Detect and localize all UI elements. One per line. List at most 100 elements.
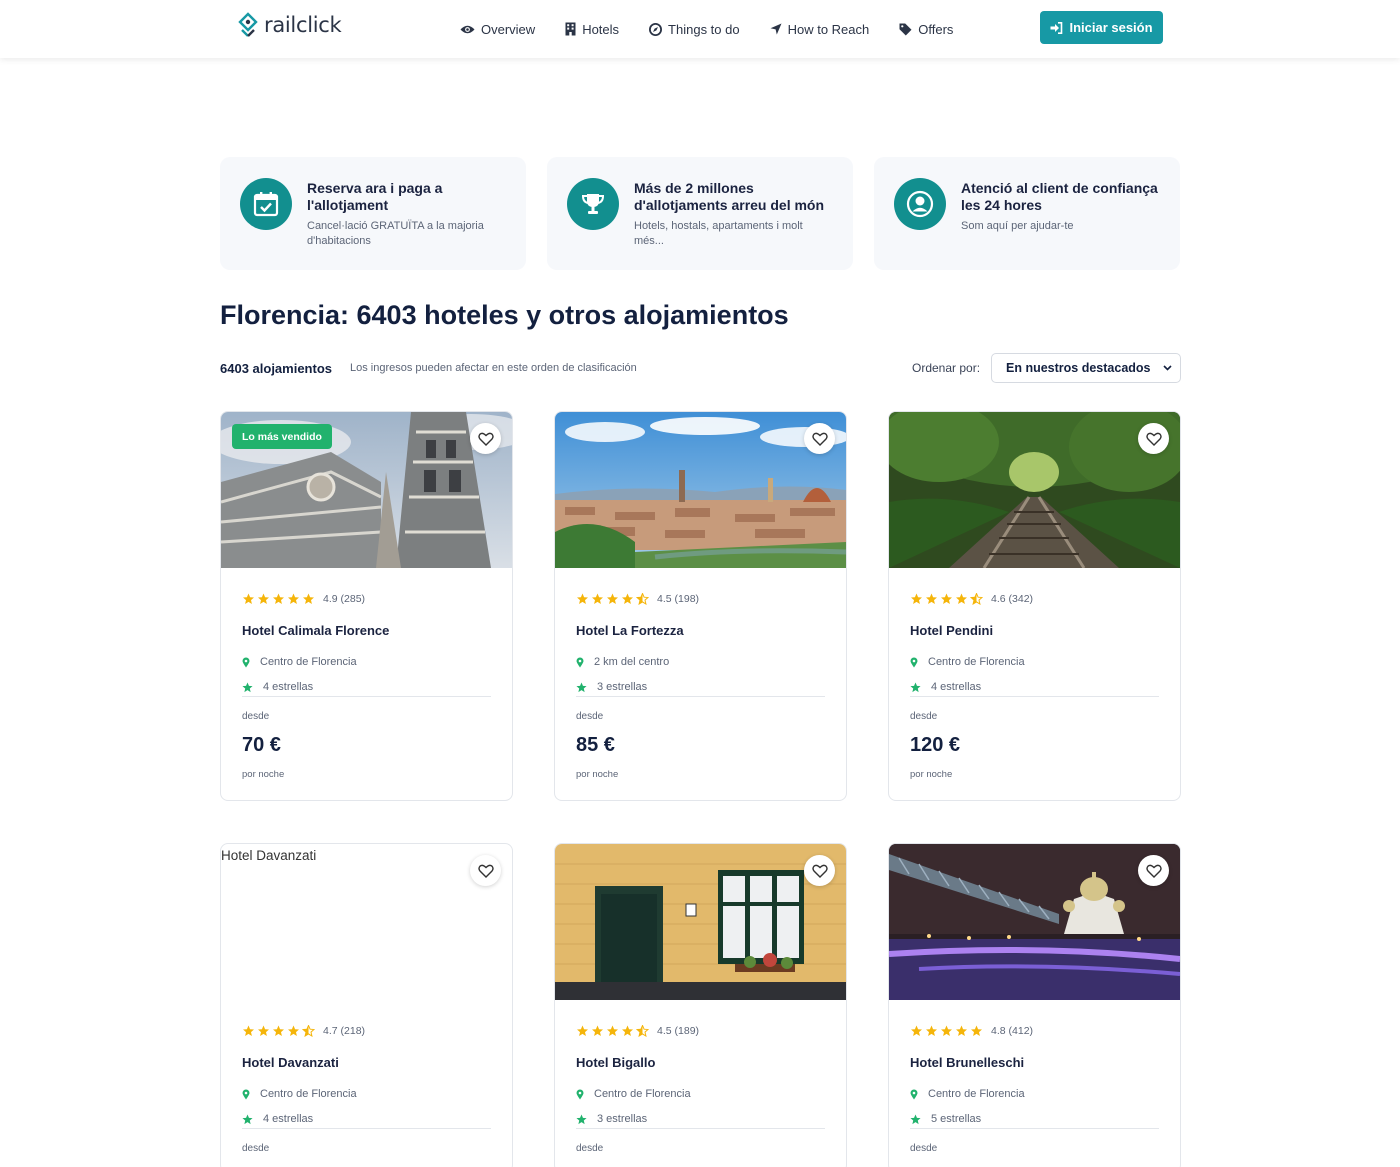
map-pin-icon [242, 657, 250, 667]
hotel-category-text: 3 estrellas [597, 1113, 648, 1125]
star-full-icon [911, 593, 922, 604]
feature-title: Reserva ara i paga a l'allotjament [307, 180, 443, 213]
rating: 4.6 (342) [910, 593, 1033, 605]
hotel-category-text: 4 estrellas [931, 681, 982, 693]
hotel-category-text: 3 estrellas [597, 681, 648, 693]
hotel-category: 5 estrellas [910, 1113, 981, 1125]
price-from-label: desde [910, 711, 938, 722]
nav-things-label: Things to do [668, 21, 740, 37]
trophy-icon [581, 194, 605, 214]
per-night-label: por noche [242, 769, 285, 780]
bestseller-badge: Lo más vendido [232, 424, 332, 449]
star-full-icon [607, 593, 618, 604]
rating-text: 4.8 (412) [991, 1025, 1034, 1037]
hotel-card[interactable]: 4.8 (412) Hotel Brunelleschi Centro de F… [888, 843, 1181, 1167]
nav-how-to-reach[interactable]: How to Reach [770, 21, 870, 37]
hotel-card[interactable]: Lo más vendido 4.9 (285) Hotel Calimala … [220, 411, 513, 801]
heart-icon [811, 864, 828, 878]
star-icon [910, 1113, 921, 1124]
hotel-card[interactable]: 4.5 (189) Hotel Bigallo Centro de Floren… [554, 843, 847, 1167]
hotel-location: Centro de Florencia [242, 656, 357, 668]
hotel-name[interactable]: Hotel Calimala Florence [242, 623, 389, 638]
star-full-icon [956, 1025, 967, 1036]
rating-text: 4.6 (342) [991, 593, 1034, 605]
favorite-button[interactable] [1138, 855, 1169, 886]
divider [910, 696, 1159, 697]
star-full-icon [258, 593, 269, 604]
favorite-button[interactable] [470, 855, 501, 886]
favorite-button[interactable] [1138, 423, 1169, 454]
nav-offers[interactable]: Offers [899, 22, 953, 37]
hotel-category: 4 estrellas [242, 1113, 313, 1125]
nav-overview[interactable]: Overview [460, 22, 535, 37]
login-button[interactable]: Iniciar sesión [1040, 11, 1163, 44]
sort-select[interactable]: En nuestros destacados [991, 353, 1181, 383]
star-full-icon [971, 1025, 982, 1036]
page-title: Florencia: 6403 hoteles y otros alojamie… [220, 300, 789, 330]
rating-stars [910, 1025, 985, 1037]
hotel-location: 2 km del centro [576, 656, 669, 668]
nav-hotels[interactable]: Hotels [565, 22, 619, 37]
favorite-button[interactable] [804, 855, 835, 886]
hotel-card[interactable]: 4.5 (198) Hotel La Fortezza 2 km del cen… [554, 411, 847, 801]
star-full-icon [941, 1025, 952, 1036]
favorite-button[interactable] [470, 423, 501, 454]
heart-icon [1145, 432, 1162, 446]
rating: 4.5 (189) [576, 1025, 699, 1037]
hotel-name[interactable]: Hotel Brunelleschi [910, 1055, 1024, 1070]
logo[interactable]: railclick [236, 12, 342, 38]
price-from-label: desde [242, 711, 270, 722]
map-pin-icon [576, 657, 584, 667]
nav-reach-label: How to Reach [787, 21, 870, 37]
star-full-icon [592, 593, 603, 604]
hotel-image[interactable] [555, 844, 846, 1000]
star-half-icon [302, 1025, 315, 1037]
hotel-card[interactable]: 4.6 (342) Hotel Pendini Centro de Floren… [888, 411, 1181, 801]
map-pin-icon [576, 1089, 584, 1099]
hotel-name[interactable]: Hotel Pendini [910, 623, 993, 638]
eye-icon [460, 25, 475, 33]
login-label: Iniciar sesión [1069, 20, 1153, 35]
feature-subtitle: Cancel·lació GRATUÏTA a la majoria d'hab… [307, 220, 484, 247]
nav-things-to-do[interactable]: Things to do [649, 22, 740, 37]
divider [242, 1128, 491, 1129]
divider [576, 1128, 825, 1129]
star-full-icon [288, 593, 299, 604]
feature-card-properties: Más de 2 millones d'allotjaments arreu d… [547, 157, 853, 270]
hotel-image[interactable] [555, 412, 846, 568]
star-half-icon [636, 1025, 649, 1037]
ranking-disclaimer: Los ingresos pueden afectar en este orde… [350, 362, 637, 374]
hotel-name[interactable]: Hotel La Fortezza [576, 623, 684, 638]
image-alt-text: Hotel Davanzati [221, 848, 317, 863]
hotel-image[interactable] [889, 412, 1180, 568]
feature-card-booking: Reserva ara i paga a l'allotjament Cance… [220, 157, 526, 270]
rating-text: 4.9 (285) [323, 593, 366, 605]
hotel-image[interactable] [889, 844, 1180, 1000]
rating-text: 4.7 (218) [323, 1025, 366, 1037]
hotel-category: 3 estrellas [576, 1113, 647, 1125]
location-arrow-icon [770, 23, 782, 35]
rating-stars [242, 1025, 317, 1037]
star-full-icon [577, 593, 588, 604]
hotel-name[interactable]: Hotel Bigallo [576, 1055, 655, 1070]
rating-stars [242, 593, 317, 605]
favorite-button[interactable] [804, 423, 835, 454]
per-night-label: por noche [910, 769, 953, 780]
top-header: railclick Overview Hotels Things to do H… [0, 0, 1400, 58]
nav-overview-label: Overview [481, 21, 536, 37]
hotel-location-text: 2 km del centro [594, 656, 670, 668]
hotel-name[interactable]: Hotel Davanzati [242, 1055, 339, 1070]
logo-icon [238, 12, 258, 37]
hotel-image-broken[interactable]: Hotel Davanzati [221, 844, 512, 1000]
hotel-location: Centro de Florencia [242, 1088, 357, 1100]
chevron-down-icon [1163, 365, 1172, 371]
feature-icon-circle [894, 178, 946, 230]
hotel-card[interactable]: Hotel Davanzati 4.7 (218) Hotel Davanzat… [220, 843, 513, 1167]
hotel-category: 4 estrellas [242, 681, 313, 693]
price-from-label: desde [576, 1143, 604, 1154]
rating-text: 4.5 (198) [657, 593, 700, 605]
star-full-icon [941, 593, 952, 604]
sign-in-icon [1050, 21, 1063, 34]
star-full-icon [258, 1025, 269, 1036]
rating-stars [910, 593, 985, 605]
